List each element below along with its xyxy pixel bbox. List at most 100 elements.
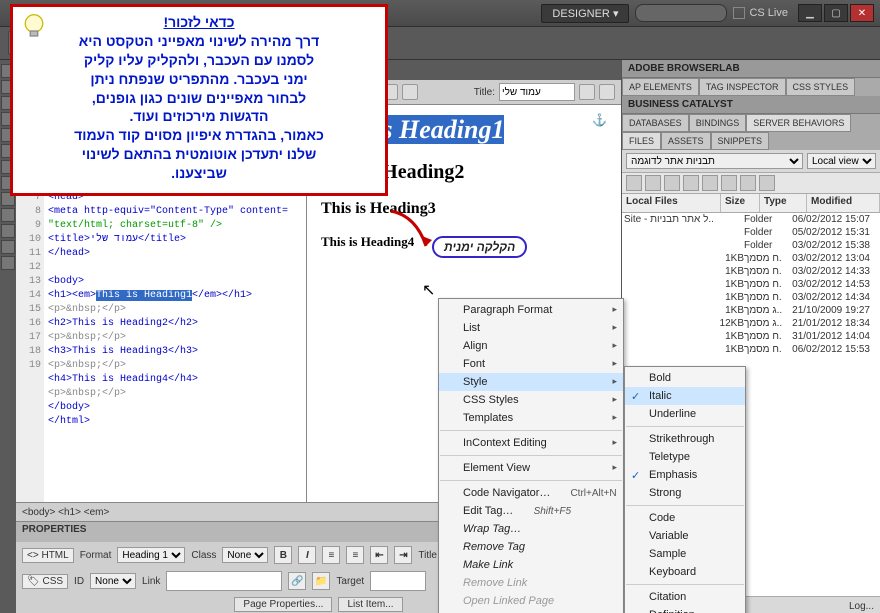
target-input[interactable] xyxy=(370,571,426,591)
menu-item[interactable]: Bold xyxy=(625,369,745,387)
tab-snippets[interactable]: SNIPPETS xyxy=(711,132,770,150)
menu-item[interactable]: Strong xyxy=(625,484,745,502)
view-select[interactable]: Local view xyxy=(807,153,876,169)
site-select[interactable]: תבניות אתר לדוגמה xyxy=(626,153,803,169)
menu-item[interactable]: Align xyxy=(439,337,623,355)
tab-assets[interactable]: ASSETS xyxy=(661,132,711,150)
file-row[interactable]: 1KB ח מסמך...03/02/2012 14:34 xyxy=(622,291,880,304)
menu-item[interactable]: Code Navigator…Ctrl+Alt+N xyxy=(439,484,623,502)
italic-button[interactable]: I xyxy=(298,546,316,564)
outdent-icon[interactable]: ⇤ xyxy=(370,546,388,564)
menu-item[interactable]: CSS Styles xyxy=(439,391,623,409)
menu-item[interactable]: Remove Tag xyxy=(439,538,623,556)
col-modified[interactable]: Modified xyxy=(807,194,880,212)
tab-bindings[interactable]: BINDINGS xyxy=(689,114,747,132)
toolbar-icon[interactable] xyxy=(579,84,595,100)
menu-item[interactable]: Keyboard xyxy=(625,563,745,581)
file-row[interactable]: Folder05/02/2012 15:31 xyxy=(622,226,880,239)
col-size[interactable]: Size xyxy=(721,194,760,212)
col-name[interactable]: Local Files xyxy=(622,194,721,212)
menu-item[interactable]: Open Linked Page xyxy=(439,592,623,610)
menu-item[interactable]: Teletype xyxy=(625,448,745,466)
file-row[interactable]: 1KB ח מסמך...03/02/2012 14:53 xyxy=(622,278,880,291)
menu-item[interactable]: Font xyxy=(439,355,623,373)
put-icon[interactable] xyxy=(683,175,699,191)
file-row[interactable]: 12KB ג מסמך...21/01/2012 18:34 xyxy=(622,317,880,330)
sync-icon[interactable] xyxy=(740,175,756,191)
link-icon[interactable]: 🔗 xyxy=(288,572,306,590)
file-row[interactable]: 1KB ח מסמך...03/02/2012 13:04 xyxy=(622,252,880,265)
menu-item[interactable]: Element View xyxy=(439,459,623,477)
html-mode-button[interactable]: <> HTML xyxy=(22,548,74,563)
tab-databases[interactable]: DATABASES xyxy=(622,114,689,132)
refresh-icon[interactable] xyxy=(645,175,661,191)
menu-item[interactable]: Make Link xyxy=(439,556,623,574)
col-type[interactable]: Type xyxy=(760,194,807,212)
file-row[interactable]: 1KB ח מסמך...06/02/2012 15:53 xyxy=(622,343,880,356)
tab-files[interactable]: FILES xyxy=(622,132,661,150)
menu-item[interactable]: InContext Editing xyxy=(439,434,623,452)
link-input[interactable] xyxy=(166,571,282,591)
tool-icon[interactable] xyxy=(1,256,15,270)
list-icon[interactable]: ≡ xyxy=(322,546,340,564)
accordion-browserlab[interactable]: ADOBE BROWSERLAB xyxy=(622,60,880,78)
menu-item[interactable]: Templates xyxy=(439,409,623,427)
menu-item[interactable]: Citation xyxy=(625,588,745,606)
minimize-button[interactable]: ▁ xyxy=(798,4,822,22)
tab-tag-inspector[interactable]: TAG INSPECTOR xyxy=(699,78,786,96)
connect-icon[interactable] xyxy=(626,175,642,191)
heading3[interactable]: This is Heading3 xyxy=(321,200,607,218)
menu-item[interactable]: Paragraph Format xyxy=(439,301,623,319)
class-select[interactable]: None xyxy=(222,547,268,563)
menu-item[interactable]: Underline xyxy=(625,405,745,423)
format-select[interactable]: Heading 1 xyxy=(117,547,185,563)
checkout-icon[interactable] xyxy=(702,175,718,191)
menu-item[interactable]: Sample xyxy=(625,545,745,563)
menu-item[interactable]: Emphasis xyxy=(625,466,745,484)
tool-icon[interactable] xyxy=(1,224,15,238)
menu-item[interactable]: List xyxy=(439,319,623,337)
get-icon[interactable] xyxy=(664,175,680,191)
file-row[interactable]: 1KB ח מסמך...31/01/2012 14:04 xyxy=(622,330,880,343)
tool-icon[interactable] xyxy=(1,240,15,254)
id-select[interactable]: None xyxy=(90,573,136,589)
tab-css-styles[interactable]: CSS STYLES xyxy=(786,78,856,96)
indent-icon[interactable]: ⇥ xyxy=(394,546,412,564)
tab-ap-elements[interactable]: AP ELEMENTS xyxy=(622,78,699,96)
toolbar-icon[interactable] xyxy=(599,84,615,100)
menu-item[interactable]: Strikethrough xyxy=(625,430,745,448)
tag-path[interactable]: <body> <h1> <em> xyxy=(22,507,109,518)
accordion-business-catalyst[interactable]: BUSINESS CATALYST xyxy=(622,96,880,114)
log-link[interactable]: Log... xyxy=(849,601,874,612)
cslive-button[interactable]: CS Live xyxy=(733,7,788,19)
menu-item[interactable]: Italic xyxy=(625,387,745,405)
css-mode-button[interactable]: 🏷 CSS xyxy=(22,574,68,589)
tool-icon[interactable] xyxy=(1,208,15,222)
expand-icon[interactable] xyxy=(759,175,775,191)
list-icon[interactable]: ≡ xyxy=(346,546,364,564)
page-properties-button[interactable]: Page Properties... xyxy=(234,597,332,612)
search-box[interactable] xyxy=(635,4,727,22)
workspace-dropdown[interactable]: DESIGNER ▾ xyxy=(541,4,629,23)
checkin-icon[interactable] xyxy=(721,175,737,191)
file-row[interactable]: 1KB ח מסמך...03/02/2012 14:33 xyxy=(622,265,880,278)
folder-icon[interactable]: 📁 xyxy=(312,572,330,590)
menu-item[interactable]: Edit Tag …Shift+F5 xyxy=(439,502,623,520)
menu-item[interactable]: Wrap Tag… xyxy=(439,520,623,538)
tab-server-behaviors[interactable]: SERVER BEHAVIORS xyxy=(746,114,851,132)
menu-item[interactable]: Remove Link xyxy=(439,574,623,592)
menu-item[interactable]: Style xyxy=(439,373,623,391)
title-input[interactable] xyxy=(499,83,575,101)
lightbulb-icon xyxy=(19,11,49,41)
menu-item[interactable]: Code xyxy=(625,509,745,527)
file-row[interactable]: Site - ל אתר תבניות... Folder06/02/2012 … xyxy=(622,213,880,226)
list-item-button[interactable]: List Item... xyxy=(338,597,402,612)
maximize-button[interactable]: ▢ xyxy=(824,4,848,22)
menu-item[interactable]: Definition xyxy=(625,606,745,613)
toolbar-icon[interactable] xyxy=(402,84,418,100)
close-button[interactable]: ✕ xyxy=(850,4,874,22)
menu-item[interactable]: Variable xyxy=(625,527,745,545)
file-row[interactable]: Folder03/02/2012 15:38 xyxy=(622,239,880,252)
file-row[interactable]: 1KB ג מסמך...21/10/2009 19:27 xyxy=(622,304,880,317)
bold-button[interactable]: B xyxy=(274,546,292,564)
